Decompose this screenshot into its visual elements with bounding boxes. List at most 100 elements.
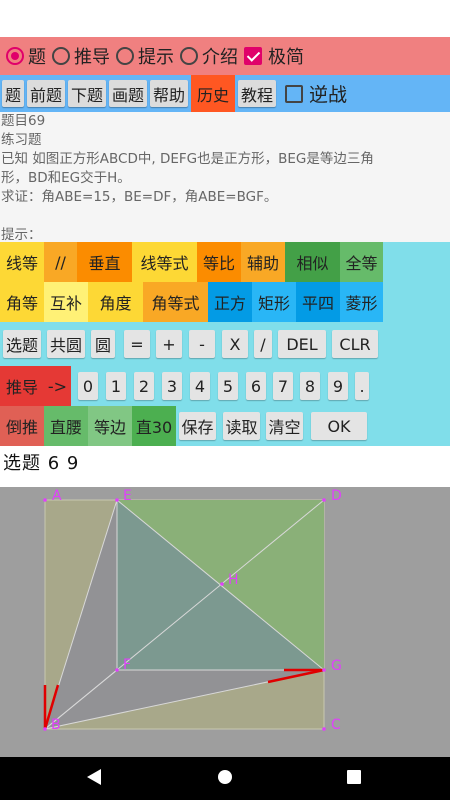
key-angle-equation[interactable]: 角等式 bbox=[143, 282, 208, 322]
mode-intro[interactable]: 介绍 bbox=[180, 43, 238, 69]
key-plus[interactable]: + bbox=[156, 330, 182, 358]
mode-hint[interactable]: 提示 bbox=[116, 43, 174, 69]
key-digit-3[interactable]: 3 bbox=[162, 372, 182, 400]
reverse-battle-label: 逆战 bbox=[309, 84, 348, 106]
key-parallel[interactable]: // bbox=[44, 242, 77, 282]
key-digit-9[interactable]: 9 bbox=[328, 372, 348, 400]
problem-line: 形，BD和EG交于H。 bbox=[1, 170, 131, 186]
recents-square-icon[interactable] bbox=[347, 770, 361, 784]
key-decimal-point[interactable]: . bbox=[355, 372, 369, 400]
problem-line: 练习题 bbox=[1, 132, 42, 148]
key-supplementary[interactable]: 互补 bbox=[44, 282, 88, 322]
key-minus[interactable]: - bbox=[189, 330, 215, 358]
problem-line bbox=[1, 207, 450, 226]
key-equilateral[interactable]: 等边 bbox=[88, 406, 132, 446]
key-digit-1[interactable]: 1 bbox=[106, 372, 126, 400]
keypad-row-4: 推导 -> 0 1 2 3 4 5 6 7 8 9 . bbox=[0, 366, 450, 406]
problem-button[interactable]: 题 bbox=[2, 80, 24, 107]
key-select-problem[interactable]: 选题 bbox=[3, 330, 41, 358]
problem-text: 题目69 练习题 已知 如图正方形ABCD中, DEFG也是正方形，BEG是等边… bbox=[0, 112, 450, 243]
problem-line: 求证：角ABE=15，BE=DF，角ABE=BGF。 bbox=[1, 189, 278, 205]
key-digit-6[interactable]: 6 bbox=[246, 372, 266, 400]
mode-derive[interactable]: 推导 bbox=[52, 43, 110, 69]
point-label-e: E bbox=[123, 488, 132, 504]
key-clear[interactable]: CLR bbox=[332, 330, 378, 358]
mode-bar: 题 推导 提示 介绍 极简 bbox=[0, 37, 450, 75]
key-derive[interactable]: 推导 bbox=[0, 366, 44, 406]
key-digit-5[interactable]: 5 bbox=[218, 372, 238, 400]
mode-label: 极简 bbox=[268, 47, 304, 68]
key-similar[interactable]: 相似 bbox=[285, 242, 340, 282]
mode-minimal-toggle[interactable]: 极简 bbox=[244, 43, 304, 69]
radio-checked-icon bbox=[6, 47, 24, 65]
radio-unchecked-icon bbox=[116, 47, 134, 65]
point-label-g: G bbox=[331, 658, 342, 674]
key-right-isosceles[interactable]: 直腰 bbox=[44, 406, 88, 446]
mode-label: 提示 bbox=[138, 47, 174, 68]
key-clear-all[interactable]: 清空 bbox=[266, 412, 303, 440]
mode-problem[interactable]: 题 bbox=[6, 43, 46, 69]
key-delete[interactable]: DEL bbox=[278, 330, 326, 358]
next-problem-button[interactable]: 下题 bbox=[68, 80, 106, 107]
checkbox-unchecked-icon bbox=[285, 84, 303, 103]
tutorial-button[interactable]: 教程 bbox=[238, 80, 276, 107]
key-square[interactable]: 正方 bbox=[208, 282, 252, 322]
point-label-d: D bbox=[331, 488, 342, 504]
key-digit-4[interactable]: 4 bbox=[190, 372, 210, 400]
key-equals[interactable]: = bbox=[124, 330, 150, 358]
key-perpendicular[interactable]: 垂直 bbox=[77, 242, 132, 282]
key-rectangle[interactable]: 矩形 bbox=[252, 282, 296, 322]
mode-label: 题 bbox=[28, 47, 46, 68]
key-ratio[interactable]: 等比 bbox=[197, 242, 241, 282]
nav-bar: 题 前题 下题 画题 帮助 历史 教程 逆战 bbox=[0, 75, 450, 112]
key-digit-0[interactable]: 0 bbox=[78, 372, 98, 400]
draw-problem-button[interactable]: 画题 bbox=[109, 80, 147, 107]
radio-unchecked-icon bbox=[180, 47, 198, 65]
key-rhombus[interactable]: 菱形 bbox=[340, 282, 383, 322]
key-digit-7[interactable]: 7 bbox=[273, 372, 293, 400]
command-output: 选题 6 9 bbox=[3, 453, 80, 474]
point-label-b: B bbox=[51, 717, 61, 733]
problem-line: 题目69 bbox=[1, 113, 46, 129]
key-congruent[interactable]: 全等 bbox=[340, 242, 383, 282]
key-line-equal[interactable]: 线等 bbox=[0, 242, 44, 282]
key-load[interactable]: 读取 bbox=[223, 412, 260, 440]
key-angle-equal[interactable]: 角等 bbox=[0, 282, 44, 322]
key-reverse-derive[interactable]: 倒推 bbox=[0, 406, 44, 446]
figure-canvas: A E D H F G B C bbox=[43, 488, 342, 733]
geometry-figure[interactable]: A E D H F G B C bbox=[0, 487, 450, 757]
key-right-30[interactable]: 直30 bbox=[132, 406, 176, 446]
keypad-row-3: 选题 共圆 圆 = + - X / DEL CLR bbox=[0, 324, 450, 364]
problem-line: 已知 如图正方形ABCD中, DEFG也是正方形，BEG是等边三角 bbox=[1, 151, 374, 167]
back-triangle-icon[interactable] bbox=[87, 769, 101, 785]
point-label-a: A bbox=[52, 488, 62, 504]
key-line-equation[interactable]: 线等式 bbox=[132, 242, 197, 282]
history-button[interactable]: 历史 bbox=[191, 75, 235, 112]
key-digit-2[interactable]: 2 bbox=[134, 372, 154, 400]
status-area bbox=[0, 0, 450, 37]
reverse-battle-toggle[interactable]: 逆战 bbox=[285, 80, 347, 107]
keypad-row-2: 角等 互补 角度 角等式 正方 矩形 平四 菱形 bbox=[0, 282, 450, 322]
key-digit-8[interactable]: 8 bbox=[300, 372, 320, 400]
key-parallelogram[interactable]: 平四 bbox=[296, 282, 340, 322]
home-circle-icon[interactable] bbox=[218, 770, 232, 784]
point-label-h: H bbox=[228, 572, 239, 588]
checkbox-checked-icon bbox=[244, 47, 262, 65]
prev-problem-button[interactable]: 前题 bbox=[27, 80, 65, 107]
key-concyclic[interactable]: 共圆 bbox=[47, 330, 85, 358]
keypad-row-1: 线等 // 垂直 线等式 等比 辅助 相似 全等 bbox=[0, 242, 450, 282]
system-nav-icons bbox=[87, 769, 361, 785]
key-multiply[interactable]: X bbox=[222, 330, 248, 358]
mode-label: 介绍 bbox=[202, 47, 238, 68]
keypad-row-5: 倒推 直腰 等边 直30 保存 读取 清空 OK bbox=[0, 406, 450, 446]
point-label-c: C bbox=[331, 717, 341, 733]
key-auxiliary[interactable]: 辅助 bbox=[241, 242, 285, 282]
key-angle-degree[interactable]: 角度 bbox=[88, 282, 143, 322]
key-circle[interactable]: 圆 bbox=[91, 330, 115, 358]
key-ok[interactable]: OK bbox=[311, 412, 367, 440]
key-arrow[interactable]: -> bbox=[44, 366, 71, 406]
key-save[interactable]: 保存 bbox=[179, 412, 216, 440]
key-divide[interactable]: / bbox=[254, 330, 272, 358]
help-button[interactable]: 帮助 bbox=[150, 80, 188, 107]
input-keypad: 线等 // 垂直 线等式 等比 辅助 相似 全等 角等 互补 角度 角等式 正方… bbox=[0, 242, 450, 446]
